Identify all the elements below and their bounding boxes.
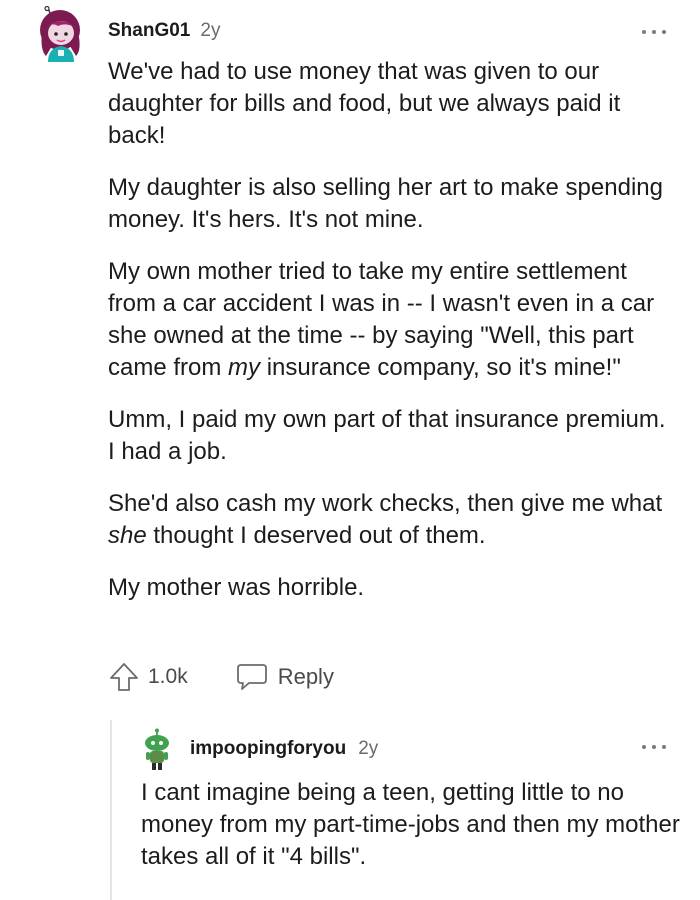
paragraph-text: insurance company, so it's mine!" — [260, 354, 621, 381]
dot — [652, 30, 656, 34]
dot — [662, 30, 666, 34]
reply-button[interactable]: Reply — [236, 662, 334, 692]
timestamp: 2y — [200, 20, 221, 41]
reply-username[interactable]: impoopingforyou — [190, 738, 346, 760]
paragraph-text: We've had to use money that was given to… — [108, 58, 621, 149]
reply-label: Reply — [277, 664, 334, 689]
comment-paragraph: She'd also cash my work checks, then giv… — [108, 488, 678, 552]
robot-avatar-icon — [145, 728, 169, 770]
speech-bubble-icon — [236, 664, 267, 690]
dot — [642, 30, 646, 34]
reply-avatar[interactable] — [142, 728, 172, 772]
user-avatar-icon — [40, 5, 80, 62]
paragraph-text: Umm, I paid my own part of that insuranc… — [108, 406, 666, 465]
paragraph-text: My mother was horrible. — [108, 574, 365, 601]
emphasis-text: she — [108, 522, 147, 549]
dot — [642, 745, 646, 749]
more-options-icon[interactable] — [642, 742, 666, 752]
comment-header: ShanG01 2y — [108, 19, 220, 43]
avatar[interactable] — [36, 5, 86, 62]
upvote-button[interactable]: 1.0k — [108, 661, 188, 693]
reply-body: I cant imagine being a teen, getting lit… — [141, 779, 680, 870]
comment-body: We've had to use money that was given to… — [108, 56, 678, 624]
dot — [652, 745, 656, 749]
comment-paragraph: We've had to use money that was given to… — [108, 56, 678, 152]
paragraph-text: She'd also cash my work checks, then giv… — [108, 490, 663, 517]
emphasis-text: my — [228, 354, 261, 381]
comment-paragraph: My mother was horrible. — [108, 572, 678, 604]
paragraph-text: thought I deserved out of them. — [146, 522, 486, 549]
reply-header: impoopingforyou 2y — [190, 737, 378, 761]
comment-paragraph: Umm, I paid my own part of that insuranc… — [108, 404, 678, 468]
dot — [662, 745, 666, 749]
comment-actions: 1.0k Reply — [108, 659, 334, 695]
comment-paragraph: My daughter is also selling her art to m… — [108, 172, 678, 236]
upvote-count: 1.0k — [148, 665, 188, 688]
comment-paragraph: My own mother tried to take my entire se… — [108, 256, 678, 384]
username[interactable]: ShanG01 — [108, 20, 190, 42]
paragraph-text: My daughter is also selling her art to m… — [108, 174, 663, 233]
upvote-arrow-icon — [110, 663, 138, 691]
more-options-icon[interactable] — [642, 27, 666, 37]
thread-line[interactable] — [110, 720, 112, 900]
reply-timestamp: 2y — [358, 738, 379, 759]
